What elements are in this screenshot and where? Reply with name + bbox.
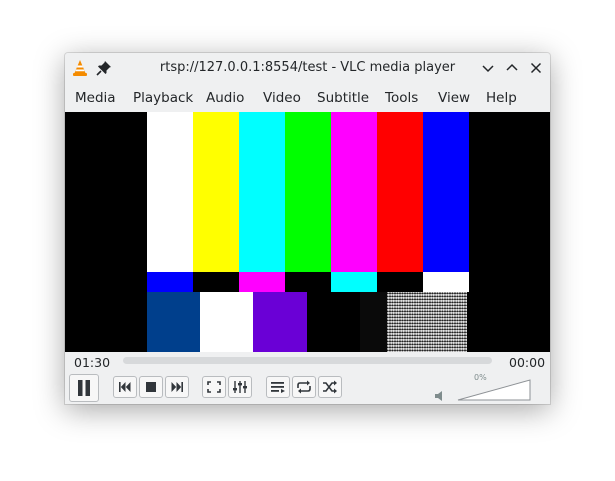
noise-patch bbox=[387, 292, 467, 352]
fullscreen-icon bbox=[207, 381, 221, 393]
vlc-window: rtsp://127.0.0.1:8554/test - VLC media p… bbox=[65, 53, 550, 404]
test-bar-bottom bbox=[360, 292, 387, 352]
remaining-time[interactable]: 00:00 bbox=[509, 355, 545, 370]
skip-next-icon bbox=[171, 382, 183, 392]
menu-help[interactable]: Help bbox=[486, 90, 517, 106]
test-bar-top bbox=[285, 112, 331, 272]
skip-previous-icon bbox=[119, 382, 131, 392]
test-bar-top bbox=[331, 112, 377, 272]
test-bar-mid bbox=[147, 272, 193, 292]
test-bar-top bbox=[423, 112, 469, 272]
menu-subtitle[interactable]: Subtitle bbox=[317, 90, 369, 106]
chevron-up-icon[interactable] bbox=[502, 58, 522, 78]
test-bar-mid bbox=[239, 272, 285, 292]
menu-tools[interactable]: Tools bbox=[385, 90, 418, 106]
chevron-down-icon[interactable] bbox=[478, 58, 498, 78]
stop-button[interactable] bbox=[139, 376, 163, 398]
test-bar-bottom bbox=[147, 292, 200, 352]
seek-slider[interactable] bbox=[123, 357, 492, 364]
shuffle-icon bbox=[323, 380, 337, 394]
equalizer-icon bbox=[233, 381, 247, 393]
test-bar-bottom bbox=[307, 292, 360, 352]
stop-icon bbox=[146, 382, 156, 392]
menu-video[interactable]: Video bbox=[263, 90, 301, 106]
test-bar-top bbox=[193, 112, 239, 272]
playlist-button[interactable] bbox=[266, 376, 290, 398]
test-bar-mid bbox=[285, 272, 331, 292]
test-bar-top bbox=[377, 112, 423, 272]
test-bar-mid bbox=[377, 272, 423, 292]
close-icon[interactable] bbox=[526, 58, 546, 78]
title-bar[interactable]: rtsp://127.0.0.1:8554/test - VLC media p… bbox=[65, 53, 550, 82]
fullscreen-button[interactable] bbox=[202, 376, 226, 398]
extended-settings-button[interactable] bbox=[228, 376, 252, 398]
next-button[interactable] bbox=[165, 376, 189, 398]
pause-icon bbox=[78, 380, 90, 396]
speaker-icon[interactable] bbox=[434, 387, 446, 401]
video-output[interactable] bbox=[65, 112, 550, 352]
menu-view[interactable]: View bbox=[438, 90, 470, 106]
test-bar-top bbox=[239, 112, 285, 272]
test-bar-bottom bbox=[200, 292, 253, 352]
volume-slider[interactable] bbox=[457, 379, 531, 401]
controls-bar: 0% bbox=[65, 372, 550, 404]
playlist-icon bbox=[271, 382, 285, 393]
test-bar-top bbox=[147, 112, 193, 272]
test-bar-mid bbox=[423, 272, 469, 292]
previous-button[interactable] bbox=[113, 376, 137, 398]
loop-button[interactable] bbox=[292, 376, 316, 398]
test-bar-bottom bbox=[253, 292, 307, 352]
loop-icon bbox=[297, 380, 311, 394]
pause-button[interactable] bbox=[69, 374, 99, 402]
menu-bar: Media Playback Audio Video Subtitle Tool… bbox=[65, 82, 550, 112]
elapsed-time[interactable]: 01:30 bbox=[74, 355, 110, 370]
shuffle-button[interactable] bbox=[318, 376, 342, 398]
test-bar-mid bbox=[331, 272, 377, 292]
menu-media[interactable]: Media bbox=[75, 90, 116, 106]
seek-row: 01:30 00:00 bbox=[65, 352, 550, 372]
test-bar-mid bbox=[193, 272, 239, 292]
menu-audio[interactable]: Audio bbox=[206, 90, 244, 106]
menu-playback[interactable]: Playback bbox=[133, 90, 193, 106]
